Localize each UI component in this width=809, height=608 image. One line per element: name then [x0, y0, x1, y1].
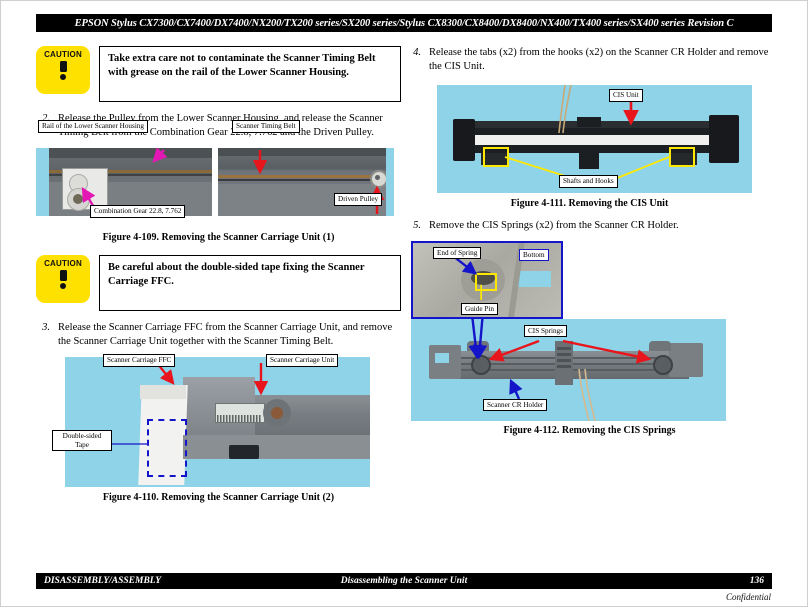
callout-end-of-spring: End of Spring: [433, 246, 482, 260]
figure-4-111-caption: Figure 4-111. Removing the CIS Unit: [510, 198, 669, 209]
step-4-text: Release the tabs (x2) from the hooks (x2…: [429, 47, 769, 72]
callout-bottom: Bottom: [519, 248, 549, 262]
figure-4-112: End of Spring Bottom Guide Pin CIS Sprin…: [407, 240, 772, 436]
step-3-text: Release the Scanner Carriage FFC from th…: [58, 322, 393, 347]
caution-icon-label: CAUTION: [44, 50, 82, 59]
footer-left-text: DISASSEMBLY/ASSEMBLY: [44, 576, 162, 586]
figure-4-110: Scanner Carriage FFC Scanner Carriage Un…: [36, 354, 401, 503]
callout-double-sided-tape: Double-sided Tape: [52, 430, 112, 452]
figure-4-112-caption: Figure 4-112. Removing the CIS Springs: [503, 424, 676, 436]
step-4-number: 4.: [413, 47, 421, 58]
callout-cis-unit: CIS Unit: [609, 89, 643, 102]
callout-scanner-carriage-ffc: Scanner Carriage FFC: [103, 354, 176, 367]
step-4: 4. Release the tabs (x2) from the hooks …: [407, 46, 772, 73]
caution-block-2: CAUTION Be careful about the double-side…: [36, 255, 401, 311]
caution-icon-label: CAUTION: [44, 259, 82, 268]
figure-4-109-photo-right: [218, 148, 394, 216]
step-5-text: Remove the CIS Springs (x2) from the Sca…: [429, 220, 679, 231]
step-5-number: 5.: [413, 220, 421, 231]
callout-cis-springs: CIS Springs: [524, 324, 567, 338]
caution-text-1: Take extra care not to contaminate the S…: [99, 46, 401, 102]
step-5: 5. Remove the CIS Springs (x2) from the …: [407, 219, 772, 233]
figure-4-110-caption: Figure 4-110. Removing the Scanner Carri…: [102, 492, 335, 503]
figure-4-111: Shafts and Hooks CIS Unit Figure 4-111. …: [407, 85, 772, 209]
callout-guide-pin: Guide Pin: [461, 302, 498, 316]
footer-center-text: Disassembling the Scanner Unit: [340, 576, 468, 586]
step-3-number: 3.: [42, 322, 50, 333]
left-column: CAUTION Take extra care not to contamina…: [36, 46, 401, 503]
caution-block-1: CAUTION Take extra care not to contamina…: [36, 46, 401, 102]
figure-4-110-arrows: [85, 362, 269, 445]
callout-shafts-and-hooks: Shafts and Hooks: [559, 175, 618, 188]
figure-4-109-caption: Figure 4-109. Removing the Scanner Carri…: [102, 232, 335, 243]
figure-4-112-inset-photo: End of Spring Bottom Guide Pin: [411, 240, 563, 319]
figure-4-109-right-arrows: [252, 150, 385, 214]
exclamation-icon: [59, 270, 67, 289]
callout-scanner-cr-holder: Scanner CR Holder: [483, 398, 548, 412]
page-footer: DISASSEMBLY/ASSEMBLY Disassembling the S…: [36, 573, 772, 589]
figure-4-112-photo: CIS Springs Scanner CR Holder: [411, 318, 726, 421]
callout-driven-pulley: Driven Pulley: [334, 193, 383, 206]
figure-4-111-photo: Shafts and Hooks CIS Unit: [437, 85, 752, 193]
step-3: 3. Release the Scanner Carriage FFC from…: [36, 321, 401, 348]
figure-4-110-photo: [65, 357, 370, 487]
exclamation-icon: [59, 61, 67, 80]
manual-page: EPSON Stylus CX7300/CX7400/DX7400/NX200/…: [0, 0, 809, 608]
right-column: 4. Release the tabs (x2) from the hooks …: [407, 46, 772, 436]
callout-rail-of-lower-scanner-housing: Rail of the Lower Scanner Housing: [38, 120, 148, 133]
callout-scanner-timing-belt: Scanner Timing Belt: [232, 120, 300, 133]
callout-combination-gear: Combination Gear 22.8, 7.762: [90, 205, 186, 218]
header-title: EPSON Stylus CX7300/CX7400/DX7400/NX200/…: [74, 17, 734, 29]
figure-4-109: Rail of the Lower Scanner Housing Combin…: [36, 120, 401, 243]
footer-page-number: 136: [749, 576, 764, 586]
caution-text-2: Be careful about the double-sided tape f…: [99, 255, 401, 311]
figure-4-112-arrows: [468, 318, 652, 399]
caution-icon: CAUTION: [36, 255, 90, 303]
page-header: EPSON Stylus CX7300/CX7400/DX7400/NX200/…: [36, 14, 772, 32]
caution-icon: CAUTION: [36, 46, 90, 94]
confidential-label: Confidential: [726, 592, 771, 602]
callout-scanner-carriage-unit: Scanner Carriage Unit: [266, 354, 339, 367]
